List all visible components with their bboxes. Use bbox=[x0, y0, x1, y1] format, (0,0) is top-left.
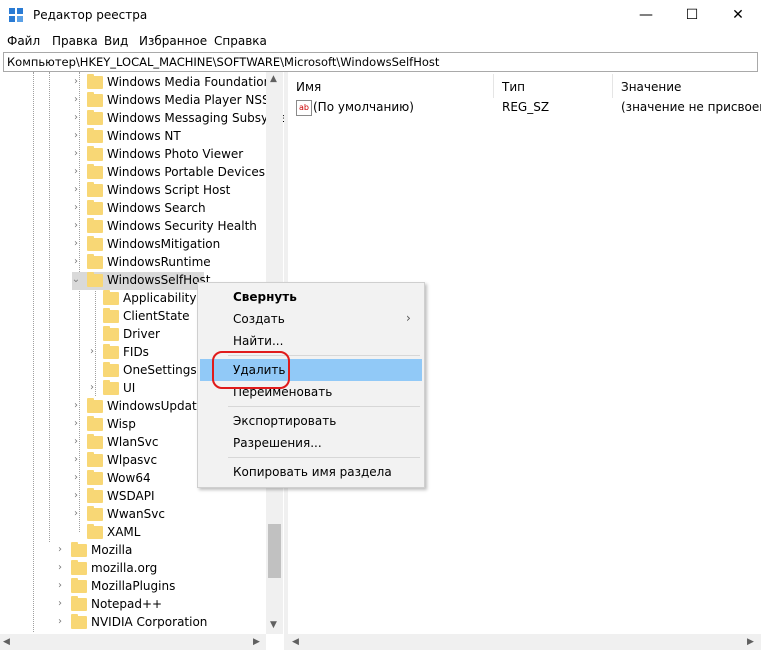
scroll-down-icon[interactable]: ▼ bbox=[270, 620, 277, 630]
maximize-button[interactable]: ☐ bbox=[669, 0, 715, 31]
chevron-down-icon: ⌄ bbox=[71, 274, 81, 285]
menu-edit[interactable]: Правка bbox=[52, 34, 98, 48]
submenu-arrow-icon: › bbox=[406, 311, 411, 325]
highlight-annotation bbox=[212, 351, 290, 389]
scroll-right-icon[interactable]: ▶ bbox=[747, 637, 754, 647]
menu-item-copy-key-name[interactable]: Копировать имя раздела bbox=[200, 461, 422, 483]
value-name: (По умолчанию) bbox=[313, 100, 414, 114]
menu-item-permissions[interactable]: Разрешения... bbox=[200, 432, 422, 454]
scroll-left-icon[interactable]: ◀ bbox=[292, 637, 299, 647]
maximize-icon: ☐ bbox=[685, 7, 699, 23]
value-type: REG_SZ bbox=[502, 100, 550, 114]
value-data: (значение не присвоено) bbox=[621, 100, 761, 114]
scroll-left-icon[interactable]: ◀ bbox=[3, 637, 10, 647]
scroll-up-icon[interactable]: ▲ bbox=[270, 74, 277, 84]
column-header-type[interactable]: Тип bbox=[502, 80, 525, 94]
close-icon: ✕ bbox=[732, 7, 744, 23]
menu-item-export[interactable]: Экспортировать bbox=[200, 410, 422, 432]
tree-item-selected[interactable]: ⌄ WindowsSelfHost bbox=[71, 272, 210, 290]
column-header-name[interactable]: Имя bbox=[296, 80, 321, 94]
menu-item-collapse[interactable]: Свернуть bbox=[200, 286, 422, 308]
address-path: Компьютер\HKEY_LOCAL_MACHINE\SOFTWARE\Mi… bbox=[7, 55, 440, 69]
title-bar: Редактор реестра — ☐ ✕ bbox=[0, 0, 761, 31]
menu-bar: Файл Правка Вид Избранное Справка bbox=[0, 31, 761, 51]
menu-view[interactable]: Вид bbox=[104, 34, 128, 48]
menu-favorites[interactable]: Избранное bbox=[139, 34, 207, 48]
tree-horizontal-scrollbar[interactable]: ◀ ▶ bbox=[0, 634, 266, 650]
scroll-thumb[interactable] bbox=[268, 524, 281, 578]
minimize-icon: — bbox=[639, 7, 653, 23]
menu-item-find[interactable]: Найти... bbox=[200, 330, 422, 352]
values-horizontal-scrollbar[interactable]: ◀ ▶ bbox=[288, 634, 761, 650]
window-title: Редактор реестра bbox=[33, 8, 148, 22]
column-header-value[interactable]: Значение bbox=[621, 80, 681, 94]
menu-file[interactable]: Файл bbox=[7, 34, 40, 48]
minimize-button[interactable]: — bbox=[623, 0, 669, 31]
close-button[interactable]: ✕ bbox=[715, 0, 761, 31]
regedit-app-icon bbox=[9, 8, 25, 24]
menu-item-new[interactable]: Создать › bbox=[200, 308, 422, 330]
string-value-icon: ab bbox=[296, 100, 312, 116]
menu-help[interactable]: Справка bbox=[214, 34, 267, 48]
scroll-right-icon[interactable]: ▶ bbox=[253, 637, 260, 647]
address-bar[interactable]: Компьютер\HKEY_LOCAL_MACHINE\SOFTWARE\Mi… bbox=[3, 52, 758, 72]
